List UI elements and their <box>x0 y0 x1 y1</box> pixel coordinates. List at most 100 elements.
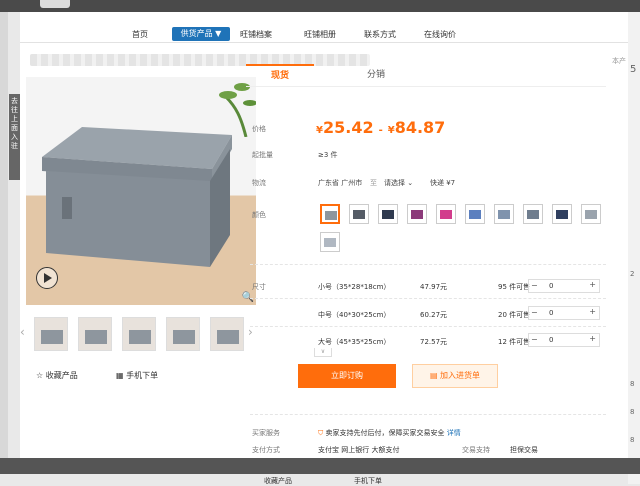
quantity-stepper[interactable]: − 0 + <box>528 306 600 320</box>
minus-button[interactable]: − <box>531 281 538 290</box>
mobile-order-link[interactable]: ▦ 手机下单 <box>116 370 158 381</box>
size-price: 60.27元 <box>420 311 448 319</box>
thumbnail[interactable] <box>166 317 200 351</box>
add-to-cart-label: 加入进货单 <box>440 371 481 380</box>
buy-now-button[interactable]: 立即订购 <box>298 364 396 388</box>
qty-value[interactable]: 0 <box>549 309 553 317</box>
price-label: 价格 <box>252 125 266 133</box>
divider <box>250 414 606 415</box>
ship-from: 广东省 广州市 <box>318 179 363 187</box>
color-swatch[interactable] <box>320 232 340 252</box>
tab-distribution[interactable]: 分销 <box>342 64 410 86</box>
swatch-preview <box>324 238 336 247</box>
color-swatch[interactable] <box>378 204 398 224</box>
color-swatch[interactable] <box>436 204 456 224</box>
gutter-digit: 5 <box>630 64 637 75</box>
ship-to-label: 至 <box>370 179 377 187</box>
service-info: ⛉ 卖家支持先付后付，保障买家交易安全 详情 <box>318 428 461 438</box>
service-text: 卖家支持先付后付，保障买家交易安全 <box>325 429 445 437</box>
thumbnail[interactable] <box>122 317 156 351</box>
shop-label: 本产 <box>612 57 626 65</box>
size-name: 大号（45*35*25cm） <box>318 338 391 346</box>
bottom-overlay-bar <box>0 458 640 474</box>
divider <box>250 326 606 327</box>
nav-inquiry[interactable]: 在线询价 <box>424 29 456 40</box>
ship-to-value: 请选择 <box>384 179 405 187</box>
payment-methods: 支付宝 网上银行 大额支付 <box>318 446 400 454</box>
color-swatch[interactable] <box>523 204 543 224</box>
swatch-preview <box>325 211 337 220</box>
right-gutter: 5 2 8 8 8 <box>628 12 640 484</box>
swatch-preview <box>411 210 423 219</box>
nav-home[interactable]: 首页 <box>132 29 148 40</box>
swatch-preview <box>353 210 365 219</box>
currency-symbol: ¥ <box>387 125 395 136</box>
size-stock: 20 件可售 <box>498 311 531 319</box>
footer-fav-link[interactable]: 收藏产品 <box>264 476 292 486</box>
trade-label: 交易支持 <box>462 446 490 454</box>
thumbnail[interactable] <box>34 317 68 351</box>
nav-products[interactable]: 供货产品 ▼ <box>172 27 230 41</box>
service-label: 买家服务 <box>252 429 280 437</box>
window-tab-stub <box>40 0 70 8</box>
expand-more-button[interactable]: ∨ <box>314 348 332 357</box>
color-swatch[interactable] <box>552 204 572 224</box>
service-detail-link[interactable]: 详情 <box>447 429 461 437</box>
price-high: 84.87 <box>394 118 446 137</box>
swatch-preview <box>498 210 510 219</box>
tab-spot[interactable]: 现货 <box>246 64 314 88</box>
add-to-cart-button[interactable]: ▤ 加入进货单 <box>412 364 498 388</box>
thumb-next-arrow[interactable]: › <box>248 325 253 339</box>
gutter-digit: 8 <box>630 408 635 416</box>
product-main-image[interactable]: 🔍 <box>26 77 256 305</box>
swatch-preview <box>527 210 539 219</box>
qty-value[interactable]: 0 <box>549 282 553 290</box>
thumbnail-strip: ‹ › <box>20 315 256 355</box>
divider <box>250 264 606 265</box>
moq-label: 起批量 <box>252 151 273 159</box>
color-label: 颜色 <box>252 211 266 219</box>
thumbnail[interactable] <box>78 317 112 351</box>
nav-profile[interactable]: 旺铺档案 <box>240 29 272 40</box>
color-swatch[interactable] <box>494 204 514 224</box>
color-swatch[interactable] <box>407 204 427 224</box>
footer-mobile-link[interactable]: 手机下单 <box>354 476 382 486</box>
left-scroll-gutter <box>0 12 8 472</box>
mobile-order-label: 手机下单 <box>126 371 159 380</box>
currency-symbol: ¥ <box>316 125 323 136</box>
plus-button[interactable]: + <box>589 280 596 289</box>
video-play-icon[interactable] <box>36 267 58 289</box>
color-swatch[interactable] <box>320 204 340 224</box>
gutter-digit: 8 <box>630 436 635 444</box>
thumbnail[interactable] <box>210 317 244 351</box>
side-float-tab[interactable]: 去往 上面 入驻 <box>9 94 20 180</box>
cart-list-icon: ▤ <box>429 371 441 380</box>
gutter-digit: 8 <box>630 380 635 388</box>
minus-button[interactable]: − <box>531 335 538 344</box>
minus-button[interactable]: − <box>531 308 538 317</box>
plus-button[interactable]: + <box>589 307 596 316</box>
color-swatch[interactable] <box>581 204 601 224</box>
ship-to-select[interactable]: 请选择 ⌄ <box>384 178 413 188</box>
swatch-preview <box>556 210 568 219</box>
trade-value: 担保交易 <box>510 446 538 454</box>
swatch-preview <box>382 210 394 219</box>
thumb-prev-arrow[interactable]: ‹ <box>20 325 25 339</box>
qr-icon: ▦ <box>116 371 127 380</box>
quantity-stepper[interactable]: − 0 + <box>528 333 600 347</box>
color-swatch[interactable] <box>465 204 485 224</box>
favorite-product-link[interactable]: ☆ 收藏产品 <box>36 370 78 381</box>
gutter-digit: 2 <box>630 270 635 278</box>
price-low: 25.42 <box>322 118 374 137</box>
size-stock: 12 件可售 <box>498 338 531 346</box>
nav-album[interactable]: 旺铺相册 <box>304 29 336 40</box>
quantity-stepper[interactable]: − 0 + <box>528 279 600 293</box>
color-swatch[interactable] <box>349 204 369 224</box>
size-label: 尺寸 <box>252 283 266 291</box>
plus-button[interactable]: + <box>589 334 596 343</box>
size-stock: 95 件可售 <box>498 283 531 291</box>
shipping-label: 物流 <box>252 179 266 187</box>
nav-contact[interactable]: 联系方式 <box>364 29 396 40</box>
size-name: 小号（35*28*18cm） <box>318 283 391 291</box>
qty-value[interactable]: 0 <box>549 336 553 344</box>
